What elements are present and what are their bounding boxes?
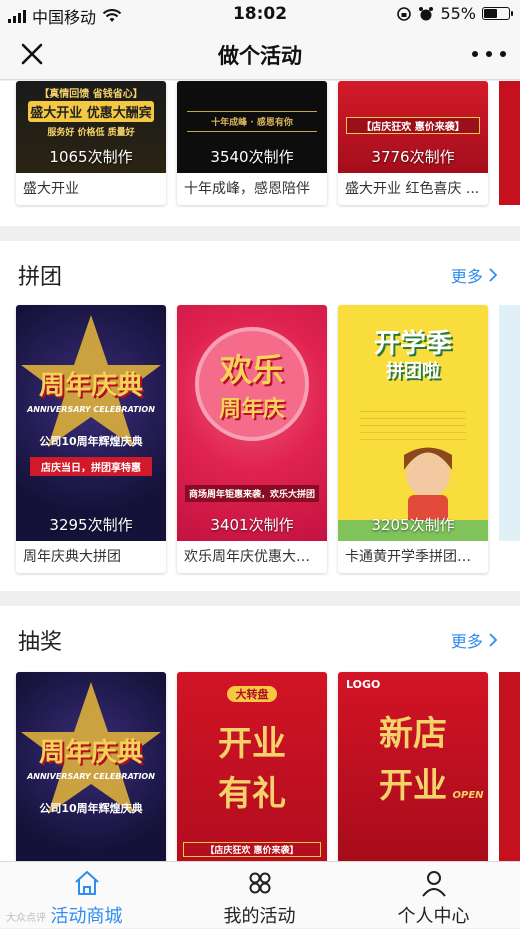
- next-card-peek: [499, 672, 520, 861]
- poster-text: 周年庆: [218, 397, 285, 422]
- make-count: 1065次制作: [49, 148, 133, 166]
- poster-text: OPEN: [452, 790, 484, 801]
- status-bar: 中国移动 18:02 55%: [0, 0, 520, 28]
- poster-text: LOGO: [346, 678, 381, 691]
- home-icon: [74, 871, 99, 895]
- next-card-peek: [499, 305, 520, 541]
- template-card[interactable]: 十年成峰 · 感恩有你 3540次制作 十年成峰，感恩陪伴: [177, 81, 327, 205]
- template-name: 盛大开业: [23, 181, 79, 197]
- chevron-right-icon: [489, 268, 498, 282]
- template-card[interactable]: 【真情回馈 省钱省心】 盛大开业 优惠大酬宾 服务好 价格低 质量好 1065次…: [16, 81, 166, 205]
- tab-label: 我的活动: [223, 906, 296, 927]
- section-group-buy: 拼团 更多 周年庆典 ANNIVERSARY CELEBRATION 公司10周…: [0, 241, 520, 591]
- more-label: 更多: [450, 632, 483, 651]
- grid-icon: [249, 872, 270, 894]
- template-card[interactable]: LOGO 新店 开业 OPEN: [338, 672, 488, 861]
- poster-text: 【真情回馈 省钱省心】: [39, 89, 143, 100]
- poster-text: 欢乐: [219, 351, 284, 389]
- template-name: 卡通黄开学季拼团活动: [345, 549, 485, 565]
- poster-text: 店庆当日，拼团享特惠: [30, 457, 152, 476]
- template-card[interactable]: 开学季 拼团啦 3205次制作 卡通黄开学季拼团活动: [338, 305, 488, 573]
- watermark: 大众点评: [6, 913, 46, 924]
- tab-label: 个人中心: [397, 906, 470, 927]
- poster-text: 【店庆狂欢 惠价来袭】: [183, 842, 321, 857]
- section-lottery: 抽奖 更多 周年庆典 ANNIVERSARY CELEBRATION 公司10周…: [0, 606, 520, 861]
- person-icon: [421, 871, 446, 897]
- chevron-right-icon: [489, 633, 498, 647]
- poster-text: 有礼: [218, 774, 286, 814]
- alarm-icon: [419, 6, 434, 20]
- poster-text: ANNIVERSARY CELEBRATION: [27, 405, 155, 414]
- poster-text: 周年庆典: [38, 738, 143, 768]
- next-card-peek: [499, 81, 520, 205]
- make-count: 3295次制作: [49, 516, 133, 534]
- template-card[interactable]: 大转盘 开业 有礼 【店庆狂欢 惠价来袭】: [177, 672, 327, 861]
- section-featured: 【真情回馈 省钱省心】 盛大开业 优惠大酬宾 服务好 价格低 质量好 1065次…: [0, 81, 520, 226]
- tab-bar: 活动商城 我的活动 个人中心 大众点评: [0, 861, 520, 928]
- make-count: 3401次制作: [210, 516, 294, 534]
- poster-text: 新店: [379, 714, 447, 754]
- activity-feed[interactable]: 【真情回馈 省钱省心】 盛大开业 优惠大酬宾 服务好 价格低 质量好 1065次…: [0, 81, 520, 861]
- section-title: 拼团: [18, 265, 63, 290]
- template-name: 盛大开业 红色喜庆 ...: [345, 181, 480, 197]
- template-name: 十年成峰，感恩陪伴: [184, 181, 310, 197]
- poster-text: 服务好 价格低 质量好: [47, 128, 135, 138]
- poster-text: 盛大开业 优惠大酬宾: [28, 101, 154, 122]
- template-name: 欢乐周年庆优惠大拼团: [184, 549, 324, 565]
- battery-percent: 55%: [440, 4, 476, 23]
- more-label: 更多: [450, 267, 483, 286]
- poster-text: 周年庆典: [38, 371, 143, 401]
- make-count: 3540次制作: [210, 148, 294, 166]
- poster-text: 开业: [218, 724, 286, 764]
- more-link[interactable]: 更多: [451, 263, 498, 287]
- poster-text: ANNIVERSARY CELEBRATION: [27, 772, 155, 781]
- tab-personal-center[interactable]: 个人中心: [347, 862, 520, 929]
- star-graphic: [21, 315, 161, 447]
- cartoon-girl-graphic: [338, 447, 488, 541]
- make-count: 3205次制作: [371, 516, 455, 534]
- poster-text: 十年成峰 · 感恩有你: [211, 118, 293, 128]
- poster-text: 商场周年钜惠来袭，欢乐大拼团: [185, 485, 319, 502]
- more-link[interactable]: 更多: [451, 628, 498, 652]
- tab-my-activities[interactable]: 我的活动: [173, 862, 346, 929]
- template-name: 周年庆典大拼团: [23, 549, 121, 565]
- battery-icon: [482, 7, 513, 20]
- poster-text: 大转盘: [227, 686, 277, 702]
- make-count: 3776次制作: [371, 148, 455, 166]
- nav-bar: 做个活动: [0, 28, 520, 80]
- section-title: 抽奖: [18, 630, 63, 655]
- template-card[interactable]: 欢乐 周年庆 商场周年钜惠来袭，欢乐大拼团 3401次制作 欢乐周年庆优惠大拼团: [177, 305, 327, 573]
- more-dots-icon[interactable]: [472, 40, 506, 68]
- template-card[interactable]: 周年庆典 ANNIVERSARY CELEBRATION 公司10周年辉煌庆典: [16, 672, 166, 861]
- poster-text: 公司10周年辉煌庆典: [39, 435, 143, 448]
- page-title: 做个活动: [218, 44, 302, 68]
- rotation-lock-icon: [397, 6, 412, 21]
- poster-text: 公司10周年辉煌庆典: [39, 802, 143, 815]
- template-card[interactable]: 【店庆狂欢 惠价来袭】 3776次制作 盛大开业 红色喜庆 ...: [338, 81, 488, 205]
- template-card[interactable]: 周年庆典 ANNIVERSARY CELEBRATION 公司10周年辉煌庆典 …: [16, 305, 166, 573]
- poster-text: 【店庆狂欢 惠价来袭】: [346, 117, 480, 134]
